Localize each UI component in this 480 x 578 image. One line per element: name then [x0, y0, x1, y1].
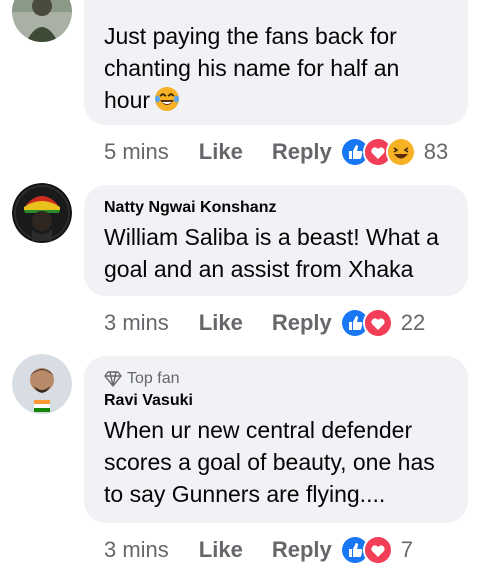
reply-button[interactable]: Reply — [272, 139, 332, 165]
diamond-icon — [104, 371, 122, 387]
reaction-count[interactable]: 7 — [401, 537, 413, 563]
reaction-count[interactable]: 22 — [401, 310, 425, 336]
reactions-summary[interactable] — [339, 308, 393, 338]
commenter-avatar[interactable] — [12, 183, 72, 243]
reaction-count[interactable]: 83 — [424, 139, 448, 165]
top-fan-badge: Top fan — [104, 370, 448, 388]
haha-reaction-icon — [385, 137, 416, 167]
like-button[interactable]: Like — [199, 537, 243, 563]
commenter-avatar[interactable] — [12, 354, 72, 414]
comment-meta: 5 mins Like Reply 83 — [104, 136, 448, 168]
love-reaction-icon — [362, 308, 393, 338]
commenter-name[interactable]: Natty Ngwai Konshanz — [104, 199, 448, 217]
reactions-summary[interactable] — [339, 535, 393, 565]
comment-bubble: Natty Ngwai Konshanz William Saliba is a… — [84, 185, 468, 296]
comment-text: Just paying the fans back for chanting h… — [104, 23, 400, 113]
reactions-summary[interactable] — [339, 137, 416, 167]
comment-bubble: Top fan Ravi Vasuki When ur new central … — [84, 356, 468, 523]
reply-button[interactable]: Reply — [272, 537, 332, 563]
comment-text: William Saliba is a beast! What a goal a… — [104, 224, 439, 282]
commenter-avatar[interactable] — [12, 0, 72, 42]
comment-meta: 3 mins Like Reply 22 — [104, 307, 425, 339]
reply-button[interactable]: Reply — [272, 310, 332, 336]
commenter-name[interactable]: Ravi Vasuki — [104, 392, 448, 410]
comment-time[interactable]: 5 mins — [104, 139, 169, 165]
like-button[interactable]: Like — [199, 139, 243, 165]
comment-bubble: Just paying the fans back for chanting h… — [84, 0, 468, 125]
comment-time[interactable]: 3 mins — [104, 310, 169, 336]
comment-text: When ur new central defender scores a go… — [104, 417, 435, 507]
like-button[interactable]: Like — [199, 310, 243, 336]
love-reaction-icon — [362, 535, 393, 565]
laughing-tears-emoji-icon — [154, 86, 180, 112]
comment-time[interactable]: 3 mins — [104, 537, 169, 563]
comment-meta: 3 mins Like Reply 7 — [104, 534, 413, 566]
